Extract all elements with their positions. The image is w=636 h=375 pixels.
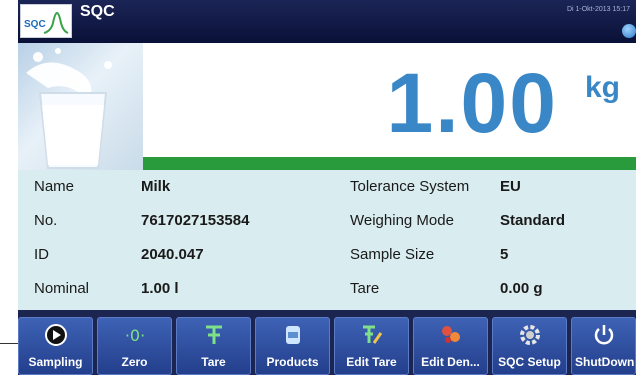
power-icon [591, 322, 617, 348]
datetime: Di 1-Okt-2013 15:17 [566, 6, 630, 13]
info-value: Standard [500, 212, 566, 229]
info-label: ID [34, 246, 49, 263]
shutdown-button[interactable]: ShutDown [571, 317, 636, 375]
info-row: No. 7617027153584 Weighing Mode Standard [18, 204, 636, 238]
sqc-logo: SQC [20, 4, 72, 38]
weight-panel: 1.00 kg [18, 43, 636, 170]
tare-button[interactable]: Tare [176, 317, 251, 375]
status-globe-icon[interactable] [622, 24, 636, 38]
info-label: Sample Size [350, 246, 435, 263]
info-label: Tare [350, 280, 380, 297]
edit-tare-button[interactable]: Edit Tare [334, 317, 409, 375]
weight-unit: kg [584, 71, 620, 104]
product-info-table: Name Milk Tolerance System EU No. 761702… [18, 170, 636, 310]
edit-tare-icon [359, 322, 385, 348]
products-icon [280, 322, 306, 348]
info-label: Tolerance System [350, 178, 470, 195]
weight-progress-fill [143, 157, 636, 170]
info-label: Weighing Mode [350, 212, 454, 229]
tare-icon [201, 322, 227, 348]
weight-value: 1.00 [386, 56, 558, 150]
app-title: SQC [80, 3, 115, 20]
annotation-pointer-line [0, 343, 20, 344]
title-bar: SQC SQC Di 1-Okt-2013 15:17 [18, 0, 636, 43]
zero-icon: ·0· [122, 322, 148, 348]
info-label: Name [34, 178, 75, 195]
play-circle-icon [43, 322, 69, 348]
info-row: ID 2040.047 Sample Size 5 [18, 238, 636, 272]
setup-gear-icon [517, 322, 543, 348]
info-row: Nominal 1.00 l Tare 0.00 g [18, 272, 636, 306]
edit-density-icon [438, 322, 464, 348]
edit-density-button[interactable]: Edit Den... [413, 317, 488, 375]
info-value: 0.00 g [500, 280, 543, 297]
sampling-button[interactable]: Sampling [18, 317, 93, 375]
product-image [18, 43, 143, 170]
bottom-toolbar: Sampling ·0· Zero Tare Products Edit Tar… [18, 310, 636, 375]
info-label: No. [34, 212, 58, 229]
info-value: 7617027153584 [141, 212, 250, 229]
sqc-setup-button[interactable]: SQC Setup [492, 317, 567, 375]
info-value: EU [500, 178, 521, 195]
zero-button[interactable]: ·0· Zero [97, 317, 172, 375]
info-value: 2040.047 [141, 246, 204, 263]
info-value: Milk [141, 178, 171, 195]
info-value: 5 [500, 246, 509, 263]
info-label: Nominal [34, 280, 90, 297]
info-row: Name Milk Tolerance System EU [18, 170, 636, 204]
products-button[interactable]: Products [255, 317, 330, 375]
svg-text:·0·: ·0· [125, 326, 145, 345]
sqc-screen: SQC SQC Di 1-Okt-2013 15:17 1.00 kg Name… [18, 0, 636, 375]
weight-progress-track [143, 157, 636, 170]
info-value: 1.00 l [141, 280, 179, 297]
